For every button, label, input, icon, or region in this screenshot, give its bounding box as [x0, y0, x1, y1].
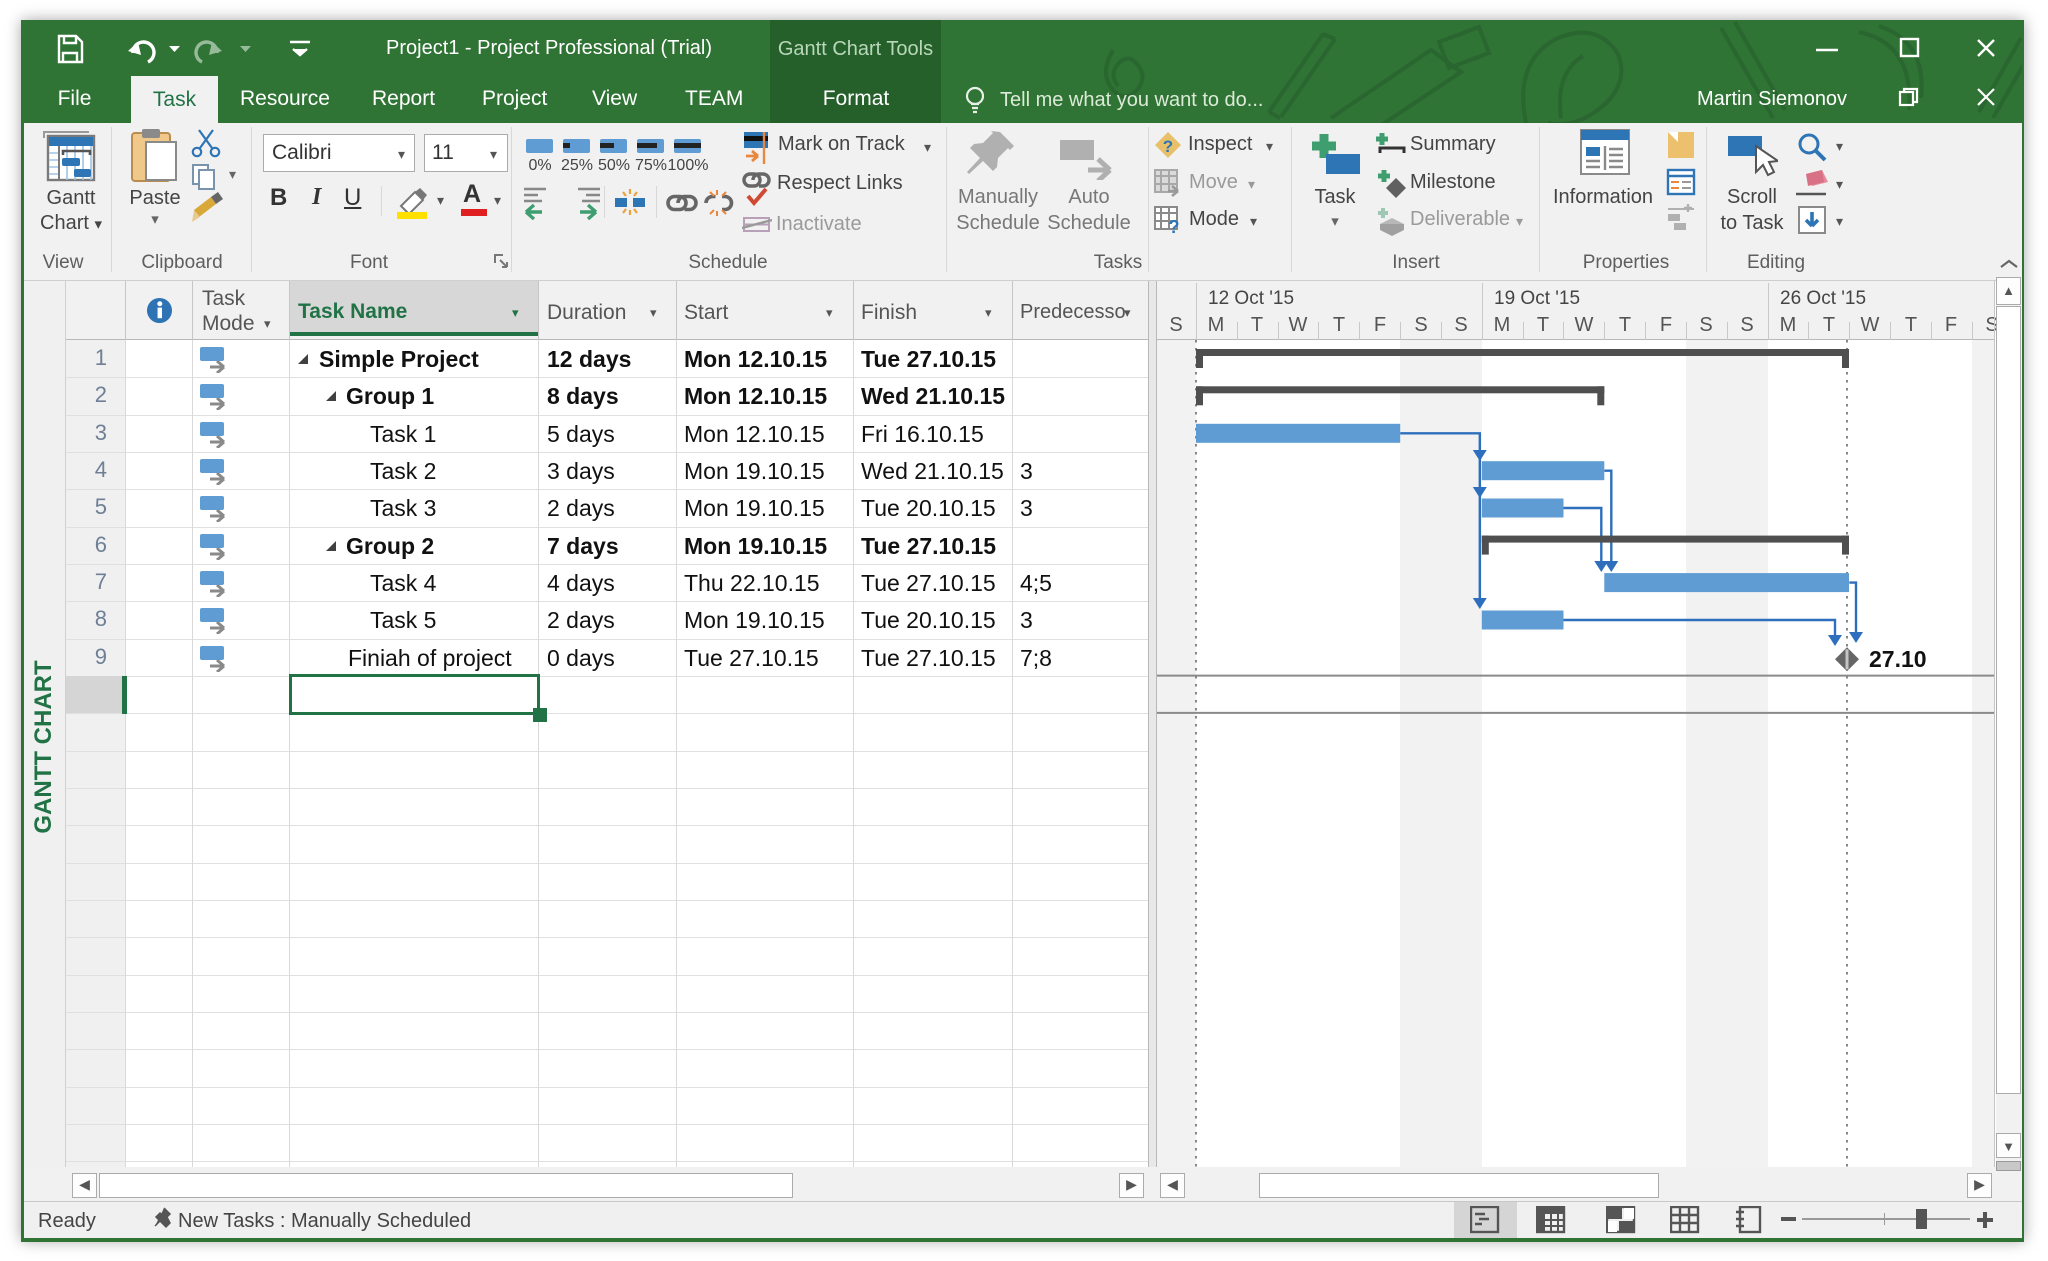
svg-text:?: ?	[1169, 217, 1180, 234]
svg-text:?: ?	[1163, 137, 1173, 156]
